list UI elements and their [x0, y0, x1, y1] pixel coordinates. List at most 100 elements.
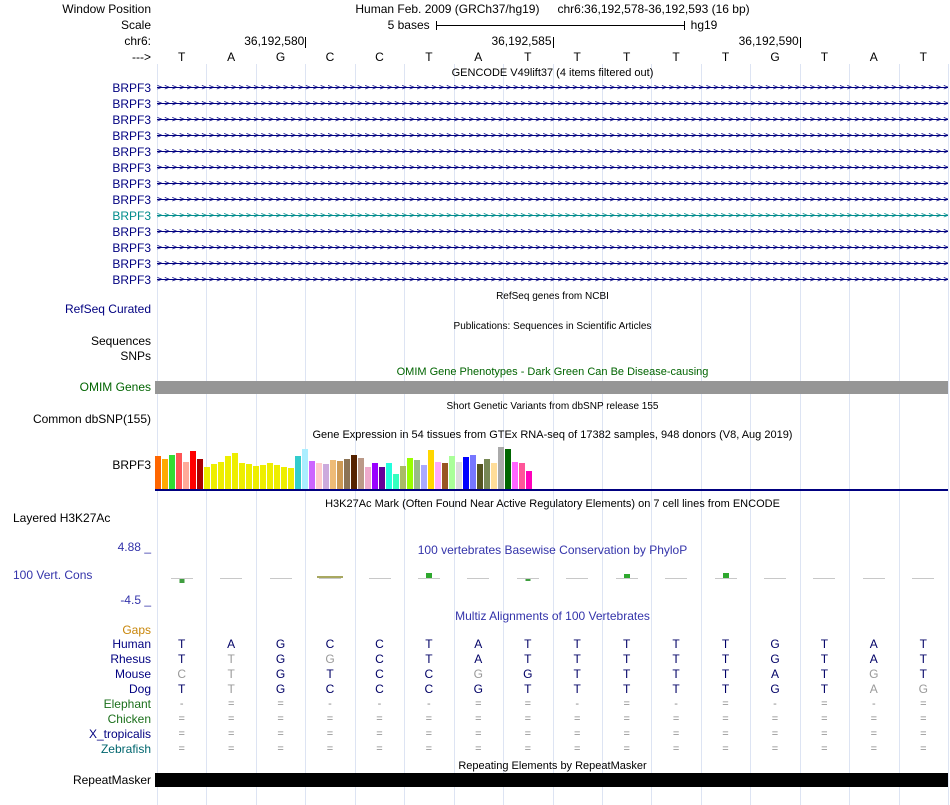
transcript-arrows[interactable]: >>>>>>>>>>>>>>>>>>>>>>>>>>>>>>>>>>>>>>>>…	[157, 208, 948, 224]
omim-genes-label[interactable]: OMIM Genes	[0, 380, 156, 395]
transcript-label[interactable]: BRPF3	[0, 176, 156, 192]
gtex-tissue-bar[interactable]	[344, 459, 350, 489]
species-label[interactable]: Zebrafish	[0, 742, 156, 757]
refseq-curated-label[interactable]: RefSeq Curated	[0, 302, 156, 317]
gtex-tissue-bar[interactable]	[246, 464, 252, 489]
transcript-label[interactable]: BRPF3	[0, 272, 156, 288]
transcript-row[interactable]: BRPF3 >>>>>>>>>>>>>>>>>>>>>>>>>>>>>>>>>>>…	[0, 240, 950, 256]
gtex-tissue-bar[interactable]	[351, 455, 357, 489]
gtex-tissue-bar[interactable]	[260, 465, 266, 489]
gtex-tissue-bar[interactable]	[295, 456, 301, 489]
gtex-tissue-bar[interactable]	[197, 459, 203, 489]
gtex-tissue-bar[interactable]	[358, 458, 364, 489]
gtex-tissue-bar[interactable]	[190, 451, 196, 489]
transcript-label[interactable]: BRPF3	[0, 240, 156, 256]
transcript-row[interactable]: BRPF3 >>>>>>>>>>>>>>>>>>>>>>>>>>>>>>>>>>>…	[0, 208, 950, 224]
species-label[interactable]: Chicken	[0, 712, 156, 727]
transcript-row[interactable]: BRPF3 >>>>>>>>>>>>>>>>>>>>>>>>>>>>>>>>>>>…	[0, 272, 950, 288]
gtex-tissue-bar[interactable]	[183, 462, 189, 489]
gtex-tissue-bar[interactable]	[400, 466, 406, 489]
gtex-tissue-bar[interactable]	[386, 463, 392, 489]
gtex-tissue-bar[interactable]	[526, 471, 532, 489]
transcript-arrows[interactable]: >>>>>>>>>>>>>>>>>>>>>>>>>>>>>>>>>>>>>>>>…	[157, 272, 948, 288]
transcript-label[interactable]: BRPF3	[0, 96, 156, 112]
repeatmasker-label[interactable]: RepeatMasker	[0, 773, 156, 788]
gtex-tissue-bar[interactable]	[239, 463, 245, 489]
transcript-arrows[interactable]: >>>>>>>>>>>>>>>>>>>>>>>>>>>>>>>>>>>>>>>>…	[157, 160, 948, 176]
gtex-tissue-bar[interactable]	[456, 462, 462, 489]
transcript-label[interactable]: BRPF3	[0, 256, 156, 272]
gtex-bars[interactable]	[155, 447, 537, 489]
gtex-tissue-bar[interactable]	[274, 465, 280, 489]
transcript-row[interactable]: BRPF3 >>>>>>>>>>>>>>>>>>>>>>>>>>>>>>>>>>>…	[0, 96, 950, 112]
gaps-label[interactable]: Gaps	[0, 623, 156, 638]
species-label[interactable]: Rhesus	[0, 652, 156, 667]
gtex-tissue-bar[interactable]	[162, 459, 168, 489]
transcript-row[interactable]: BRPF3 >>>>>>>>>>>>>>>>>>>>>>>>>>>>>>>>>>>…	[0, 160, 950, 176]
transcript-arrows[interactable]: >>>>>>>>>>>>>>>>>>>>>>>>>>>>>>>>>>>>>>>>…	[157, 128, 948, 144]
sequences-label[interactable]: Sequences	[0, 334, 156, 349]
gtex-tissue-bar[interactable]	[442, 463, 448, 489]
gtex-tissue-bar[interactable]	[288, 468, 294, 489]
gtex-gene-label[interactable]: BRPF3	[0, 458, 156, 473]
species-label[interactable]: X_tropicalis	[0, 727, 156, 742]
gtex-tissue-bar[interactable]	[316, 463, 322, 489]
transcript-arrows[interactable]: >>>>>>>>>>>>>>>>>>>>>>>>>>>>>>>>>>>>>>>>…	[157, 256, 948, 272]
gtex-tissue-bar[interactable]	[253, 466, 259, 489]
gtex-tissue-bar[interactable]	[267, 463, 273, 489]
transcript-row[interactable]: BRPF3 >>>>>>>>>>>>>>>>>>>>>>>>>>>>>>>>>>>…	[0, 144, 950, 160]
transcript-label[interactable]: BRPF3	[0, 144, 156, 160]
gtex-tissue-bar[interactable]	[491, 463, 497, 489]
gtex-tissue-bar[interactable]	[463, 457, 469, 489]
gtex-tissue-bar[interactable]	[372, 463, 378, 489]
gtex-tissue-bar[interactable]	[477, 464, 483, 489]
gtex-tissue-bar[interactable]	[218, 462, 224, 489]
species-label[interactable]: Dog	[0, 682, 156, 697]
gtex-tissue-bar[interactable]	[232, 453, 238, 489]
gtex-tissue-bar[interactable]	[204, 467, 210, 489]
transcript-arrows[interactable]: >>>>>>>>>>>>>>>>>>>>>>>>>>>>>>>>>>>>>>>>…	[157, 224, 948, 240]
gtex-tissue-bar[interactable]	[176, 453, 182, 489]
transcript-arrows[interactable]: >>>>>>>>>>>>>>>>>>>>>>>>>>>>>>>>>>>>>>>>…	[157, 192, 948, 208]
gtex-tissue-bar[interactable]	[302, 449, 308, 489]
species-label[interactable]: Elephant	[0, 697, 156, 712]
transcript-row[interactable]: BRPF3 >>>>>>>>>>>>>>>>>>>>>>>>>>>>>>>>>>>…	[0, 176, 950, 192]
transcript-arrows[interactable]: >>>>>>>>>>>>>>>>>>>>>>>>>>>>>>>>>>>>>>>>…	[157, 112, 948, 128]
transcript-label[interactable]: BRPF3	[0, 160, 156, 176]
dbsnp-label[interactable]: Common dbSNP(155)	[0, 412, 156, 427]
gtex-tissue-bar[interactable]	[414, 460, 420, 489]
gtex-tissue-bar[interactable]	[365, 467, 371, 489]
species-label[interactable]: Mouse	[0, 667, 156, 682]
gtex-tissue-bar[interactable]	[407, 458, 413, 489]
transcript-arrows[interactable]: >>>>>>>>>>>>>>>>>>>>>>>>>>>>>>>>>>>>>>>>…	[157, 80, 948, 96]
gtex-tissue-bar[interactable]	[211, 464, 217, 489]
transcript-arrows[interactable]: >>>>>>>>>>>>>>>>>>>>>>>>>>>>>>>>>>>>>>>>…	[157, 240, 948, 256]
species-label[interactable]: Human	[0, 637, 156, 652]
transcript-arrows[interactable]: >>>>>>>>>>>>>>>>>>>>>>>>>>>>>>>>>>>>>>>>…	[157, 144, 948, 160]
gtex-tissue-bar[interactable]	[330, 460, 336, 489]
gtex-tissue-bar[interactable]	[281, 467, 287, 489]
gtex-tissue-bar[interactable]	[519, 463, 525, 489]
transcript-row[interactable]: BRPF3 >>>>>>>>>>>>>>>>>>>>>>>>>>>>>>>>>>>…	[0, 112, 950, 128]
transcript-row[interactable]: BRPF3 >>>>>>>>>>>>>>>>>>>>>>>>>>>>>>>>>>>…	[0, 128, 950, 144]
transcript-label[interactable]: BRPF3	[0, 224, 156, 240]
transcript-row[interactable]: BRPF3 >>>>>>>>>>>>>>>>>>>>>>>>>>>>>>>>>>>…	[0, 80, 950, 96]
gtex-tissue-bar[interactable]	[379, 467, 385, 489]
gtex-tissue-bar[interactable]	[393, 474, 399, 489]
gtex-tissue-bar[interactable]	[505, 449, 511, 489]
gtex-tissue-bar[interactable]	[421, 465, 427, 489]
transcript-label[interactable]: BRPF3	[0, 80, 156, 96]
transcript-label[interactable]: BRPF3	[0, 128, 156, 144]
gtex-tissue-bar[interactable]	[428, 450, 434, 489]
transcript-arrows[interactable]: >>>>>>>>>>>>>>>>>>>>>>>>>>>>>>>>>>>>>>>>…	[157, 96, 948, 112]
gtex-tissue-bar[interactable]	[498, 447, 504, 489]
gtex-tissue-bar[interactable]	[323, 464, 329, 489]
transcript-row[interactable]: BRPF3 >>>>>>>>>>>>>>>>>>>>>>>>>>>>>>>>>>>…	[0, 224, 950, 240]
gtex-tissue-bar[interactable]	[155, 456, 161, 489]
gtex-tissue-bar[interactable]	[169, 455, 175, 489]
gtex-tissue-bar[interactable]	[435, 462, 441, 489]
gtex-tissue-bar[interactable]	[449, 456, 455, 489]
gtex-tissue-bar[interactable]	[225, 456, 231, 489]
gtex-tissue-bar[interactable]	[470, 455, 476, 489]
snps-label[interactable]: SNPs	[0, 349, 156, 364]
